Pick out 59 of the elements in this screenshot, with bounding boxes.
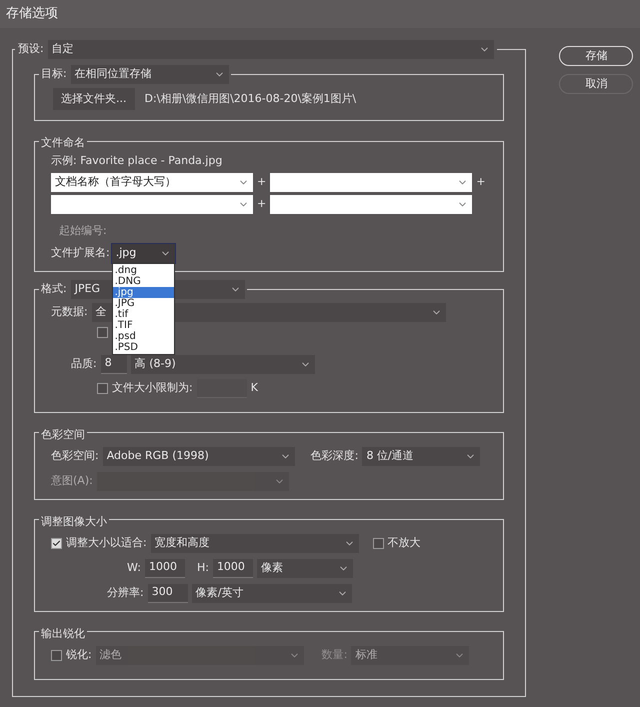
quality-dropdown[interactable]: 高 (8-9)	[130, 354, 315, 374]
label: 色彩深度:	[310, 448, 358, 464]
label: 锐化:	[66, 646, 92, 663]
start-number-label: 起始编号:	[59, 224, 107, 236]
dialog-button[interactable]: 取消	[559, 74, 634, 94]
preset-dropdown[interactable]: 自定	[48, 40, 494, 59]
label: 文件扩展名:	[51, 244, 110, 261]
label: 目标:	[41, 66, 67, 82]
checkbox[interactable]	[51, 538, 62, 548]
plus-sign: +	[476, 174, 486, 190]
input-field[interactable]: 1000	[144, 558, 185, 578]
checkbox[interactable]	[372, 538, 384, 548]
dialog-button[interactable]: 存储	[559, 46, 634, 66]
menu-item[interactable]: .PSD	[112, 342, 174, 352]
extension-dropdown[interactable]: .jpg	[112, 244, 175, 262]
label: 品质:	[71, 356, 97, 372]
checkbox[interactable]	[97, 326, 108, 338]
menu-item[interactable]: .jpg	[112, 286, 174, 298]
label: 格式:	[41, 280, 67, 297]
menu-item[interactable]: .psd	[112, 330, 174, 342]
folder-path: D:\相册\微信用图\2016-08-20\案例1图片\	[144, 90, 356, 107]
plus-sign: +	[257, 174, 266, 190]
input-field[interactable]: 8	[100, 354, 127, 374]
input-field[interactable]: 1000	[212, 558, 253, 578]
label: W:	[127, 560, 141, 576]
destination-dropdown[interactable]: 在相同位置存储	[70, 65, 229, 84]
menu-item[interactable]: .TIF	[112, 320, 174, 330]
label: K	[250, 380, 258, 396]
section-title: 文件命名	[41, 136, 85, 149]
checkbox[interactable]	[97, 382, 108, 394]
color-depth-dropdown[interactable]: 8 位/通道	[362, 446, 480, 466]
choose-folder-button[interactable]: 选择文件夹...	[53, 88, 134, 110]
section-title: 色彩空间	[41, 428, 85, 440]
label: 文件大小限制为:	[112, 380, 193, 396]
label: 调整大小以适合:	[66, 534, 147, 551]
section-title: 调整图像大小	[41, 514, 107, 528]
label: 元数据:	[51, 304, 88, 320]
section-title: 输出锐化	[41, 626, 85, 640]
naming-dropdown[interactable]: 文档名称（首字母大写）	[51, 172, 253, 192]
label: 不放大	[388, 534, 421, 551]
menu-item[interactable]: .tif	[112, 308, 174, 320]
resolution-unit-dropdown[interactable]: 像素/英寸	[192, 584, 352, 602]
plus-sign: +	[257, 196, 266, 212]
example-text: 示例: Favorite place - Panda.jpg	[51, 153, 224, 169]
label: 意图(A):	[51, 472, 93, 489]
color-space-dropdown[interactable]: Adobe RGB (1998)	[102, 446, 295, 466]
input-field[interactable]: 300	[148, 584, 188, 602]
window-title: 存储选项	[6, 5, 58, 24]
label: 数量:	[322, 646, 348, 663]
naming-dropdown[interactable]	[51, 194, 253, 214]
label: 色彩空间:	[51, 448, 99, 464]
size-unit-dropdown[interactable]: 像素	[256, 558, 353, 578]
label: 分辨率:	[107, 584, 144, 601]
naming-dropdown[interactable]	[270, 194, 472, 214]
naming-dropdown[interactable]	[270, 172, 472, 192]
label: H:	[196, 560, 209, 576]
fit-dropdown[interactable]: 宽度和高度	[150, 534, 359, 552]
label: 预设:	[18, 41, 44, 58]
menu-item[interactable]: .dng	[112, 264, 174, 276]
